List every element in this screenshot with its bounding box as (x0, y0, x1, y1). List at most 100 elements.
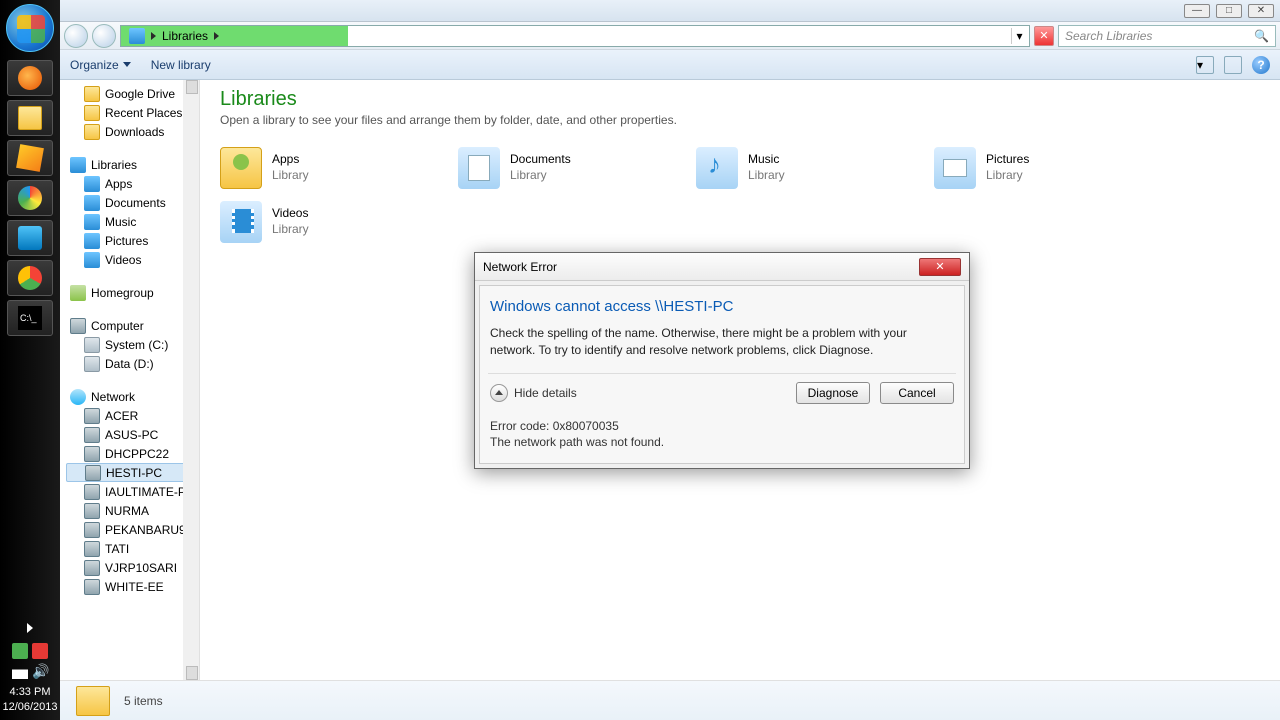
tray-volume-icon[interactable]: 🔊 (32, 663, 48, 679)
chrome-icon (18, 266, 42, 290)
library-icon (458, 147, 500, 189)
forward-button[interactable] (92, 24, 116, 48)
network-icon (70, 389, 86, 405)
tree-item[interactable]: HESTI-PC (66, 463, 199, 482)
tree-scrollbar[interactable] (183, 80, 199, 680)
tray-icon[interactable] (12, 643, 28, 659)
library-item[interactable]: AppsLibrary (220, 141, 458, 195)
search-icon: 🔍 (1254, 29, 1269, 43)
tree-homegroup[interactable]: Homegroup (66, 283, 199, 302)
computer-icon (84, 427, 100, 443)
tb-winamp[interactable] (7, 140, 53, 176)
organize-menu[interactable]: Organize (70, 58, 131, 72)
dialog-heading: Windows cannot access \\HESTI-PC (488, 294, 956, 325)
tree-item[interactable]: WHITE-EE (66, 577, 199, 596)
tb-cmd[interactable]: C:\_ (7, 300, 53, 336)
tree-item[interactable]: ACER (66, 406, 199, 425)
view-options-button[interactable]: ▾ (1196, 56, 1214, 74)
chevron-right-icon (214, 32, 219, 40)
error-code: Error code: 0x80070035 (490, 418, 954, 435)
address-stop-button[interactable]: ✕ (1034, 26, 1054, 46)
error-description: The network path was not found. (490, 434, 954, 451)
dialog-close-button[interactable]: ✕ (919, 258, 961, 276)
tree-item[interactable]: Apps (66, 174, 199, 193)
breadcrumb-item[interactable]: Libraries (162, 29, 208, 43)
tree-item[interactable]: System (C:) (66, 335, 199, 354)
tree-item[interactable]: Recent Places (66, 103, 199, 122)
chevron-right-icon (151, 32, 156, 40)
folder-icon (76, 686, 110, 716)
computer-icon (84, 579, 100, 595)
tray-network-icon[interactable] (12, 663, 28, 679)
tb-app1[interactable] (7, 180, 53, 216)
tree-item[interactable]: IAULTIMATE-PC (66, 482, 199, 501)
tree-item[interactable]: Music (66, 212, 199, 231)
computer-icon (84, 484, 100, 500)
address-dropdown[interactable]: ▾ (1011, 28, 1027, 44)
start-button[interactable] (6, 4, 54, 52)
tree-item[interactable]: Videos (66, 250, 199, 269)
background-window-titlebar: — □ ✕ (60, 0, 1280, 22)
tb-explorer[interactable] (7, 100, 53, 136)
tree-item[interactable]: Downloads (66, 122, 199, 141)
computer-icon (84, 541, 100, 557)
network-error-dialog: Network Error ✕ Windows cannot access \\… (474, 252, 970, 469)
desktop: — □ ✕ Libraries ▾ ✕ Search Libraries 🔍 (60, 0, 1280, 720)
tree-item[interactable]: VJRP10SARI (66, 558, 199, 577)
address-bar[interactable]: Libraries ▾ (120, 25, 1030, 47)
tray-expand-icon[interactable] (27, 623, 33, 633)
computer-icon (84, 560, 100, 576)
library-item[interactable]: VideosLibrary (220, 195, 458, 249)
library-item[interactable]: DocumentsLibrary (458, 141, 696, 195)
status-bar: 5 items (60, 680, 1280, 720)
tb-chrome[interactable] (7, 260, 53, 296)
tree-item[interactable]: Documents (66, 193, 199, 212)
cancel-button[interactable]: Cancel (880, 382, 954, 404)
clock-date: 12/06/2013 (2, 700, 57, 714)
dialog-message: Check the spelling of the name. Otherwis… (488, 325, 956, 373)
search-placeholder: Search Libraries (1065, 29, 1152, 43)
firefox-icon (18, 66, 42, 90)
status-text: 5 items (124, 694, 163, 708)
new-library-button[interactable]: New library (151, 58, 211, 72)
tb-app2[interactable] (7, 220, 53, 256)
library-icon (70, 157, 86, 173)
tree-item[interactable]: DHCPPC22 (66, 444, 199, 463)
tree-item[interactable]: Pictures (66, 231, 199, 250)
library-icon (934, 147, 976, 189)
bg-min-button[interactable]: — (1184, 4, 1210, 18)
winamp-icon (16, 144, 44, 172)
tree-item[interactable]: NURMA (66, 501, 199, 520)
dialog-titlebar[interactable]: Network Error ✕ (475, 253, 969, 281)
tree-item[interactable]: Data (D:) (66, 354, 199, 373)
tree-item[interactable]: ASUS-PC (66, 425, 199, 444)
tree-network[interactable]: Network (66, 387, 199, 406)
back-button[interactable] (64, 24, 88, 48)
tree-item[interactable]: Google Drive (66, 84, 199, 103)
library-icon (84, 176, 100, 192)
diagnose-button[interactable]: Diagnose (796, 382, 870, 404)
page-subtitle: Open a library to see your files and arr… (220, 113, 1260, 127)
nav-toolbar: Libraries ▾ ✕ Search Libraries 🔍 (60, 22, 1280, 50)
tree-libraries[interactable]: Libraries (66, 155, 199, 174)
bg-max-button[interactable]: □ (1216, 4, 1242, 18)
bg-close-button[interactable]: ✕ (1248, 4, 1274, 18)
tree-computer[interactable]: Computer (66, 316, 199, 335)
library-item[interactable]: PicturesLibrary (934, 141, 1172, 195)
terminal-icon: C:\_ (18, 306, 42, 330)
taskbar-clock[interactable]: 4:33 PM 12/06/2013 (2, 683, 57, 720)
search-input[interactable]: Search Libraries 🔍 (1058, 25, 1276, 47)
help-button[interactable]: ? (1252, 56, 1270, 74)
system-tray: 🔊 (5, 639, 55, 683)
library-item[interactable]: MusicLibrary (696, 141, 934, 195)
tray-icon[interactable] (32, 643, 48, 659)
folder-icon (84, 86, 100, 102)
tb-firefox[interactable] (7, 60, 53, 96)
computer-icon (84, 408, 100, 424)
hide-details-toggle[interactable]: Hide details (490, 384, 577, 402)
tree-item[interactable]: PEKANBARU9 (66, 520, 199, 539)
tree-item[interactable]: TATI (66, 539, 199, 558)
preview-pane-button[interactable] (1224, 56, 1242, 74)
drive-icon (84, 356, 100, 372)
library-icon (220, 201, 262, 243)
